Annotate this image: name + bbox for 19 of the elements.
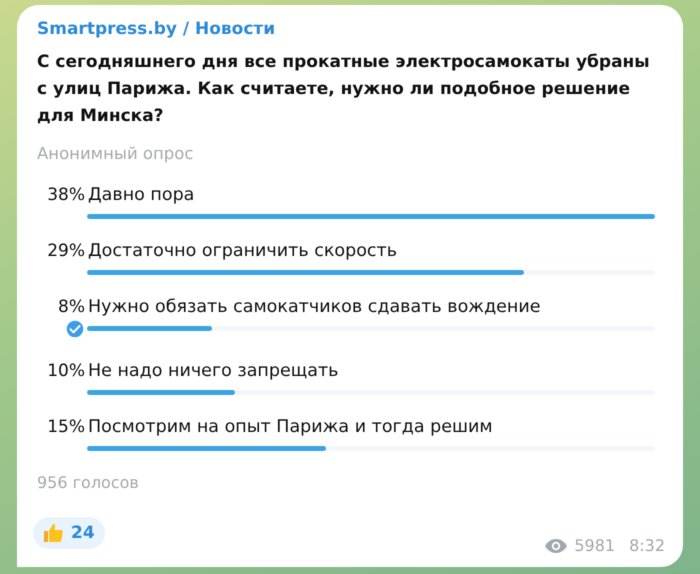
vote-count: 956 голосов (37, 473, 140, 492)
option-percent: 8% (58, 297, 85, 317)
option-percent: 10% (47, 361, 85, 381)
poll-type: Анонимный опрос (37, 144, 194, 163)
option-label: Достаточно ограничить скорость (87, 241, 398, 261)
option-label: Нужно обязать самокатчиков сдавать вождение (87, 297, 542, 317)
option-percent: 38% (47, 185, 85, 205)
option-label: Не надо ничего запрещать (87, 361, 340, 381)
message-time: 8:32 (629, 536, 665, 555)
reaction-button[interactable]: 24 (33, 517, 105, 549)
option-percent: 29% (47, 241, 85, 261)
thumbs-up-icon (41, 521, 65, 545)
view-count: 5981 (574, 536, 616, 555)
poll-question: С сегодняшнего дня все прокатные электросамокаты убраны с улиц Парижа. Как считаете, нужно ли подобное решение для Минска? (37, 51, 651, 128)
channel-name[interactable]: Smartpress.by / Новости (37, 19, 665, 39)
option-percent: 15% (47, 417, 85, 437)
eye-icon (544, 538, 568, 554)
option-label: Давно пора (87, 185, 196, 205)
option-label: Посмотрим на опыт Парижа и тогда решим (87, 417, 494, 437)
